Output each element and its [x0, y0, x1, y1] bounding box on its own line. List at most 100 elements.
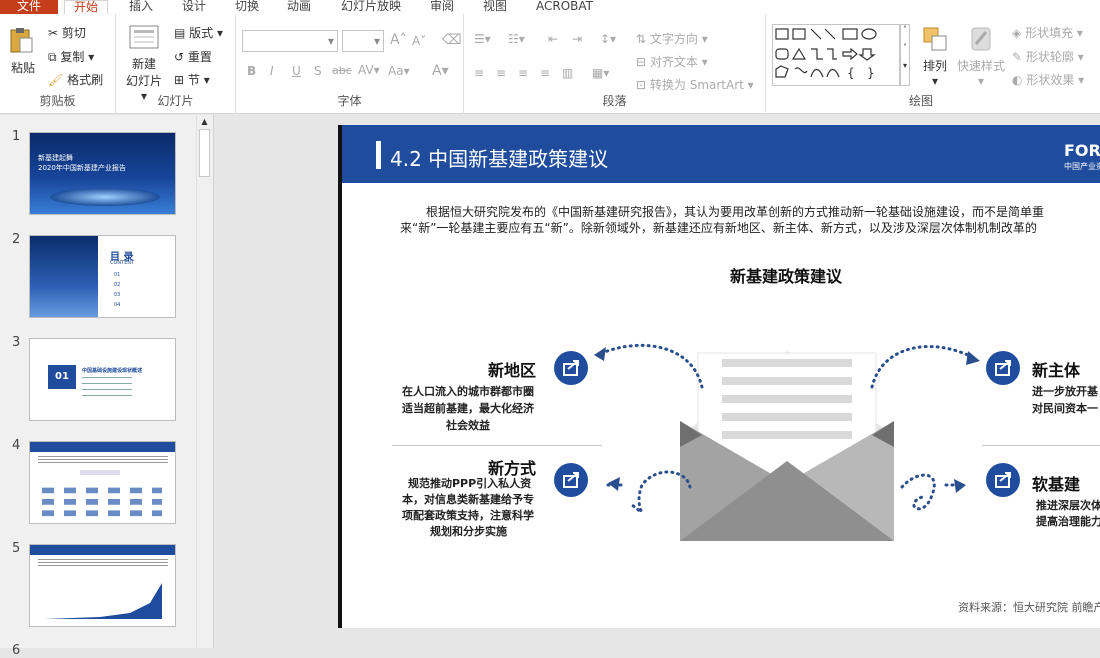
tab-review[interactable]: 审阅 — [430, 0, 454, 14]
align-left-icon[interactable]: ≡ — [474, 66, 484, 80]
slide-number: 5 — [12, 541, 21, 556]
font-group-label: 字体 — [337, 94, 362, 108]
section-button[interactable]: ⊞ 节 ▾ — [174, 71, 210, 88]
thumb-header — [30, 442, 175, 452]
paste-button[interactable]: 粘贴 — [6, 26, 40, 86]
cut-label: 剪切 — [61, 26, 86, 40]
layout-icon: ▤ — [174, 26, 186, 40]
shape-fill-button[interactable]: ◈ 形状填充 ▾ — [1012, 24, 1083, 41]
numbering-icon[interactable]: ☷▾ — [508, 32, 525, 46]
thumb-diagram-title — [80, 470, 120, 475]
format-painter-label: 格式刷 — [67, 73, 104, 87]
effects-icon: ◐ — [1012, 73, 1023, 87]
line-spacing-icon[interactable]: ↕▾ — [600, 32, 616, 46]
point-desc-4a: 推进深层次体 — [1036, 499, 1100, 512]
export-icon — [986, 463, 1020, 497]
clear-format-icon[interactable]: ⌫ — [442, 32, 462, 48]
tab-view[interactable]: 视图 — [483, 0, 507, 14]
point-desc-3a: 进一步放开基 — [1032, 385, 1098, 398]
tab-animations[interactable]: 动画 — [287, 0, 311, 14]
slide-thumbnail-3[interactable]: 01 中国基础设施建设现状概述 — [29, 338, 176, 421]
align-right-icon[interactable]: ≡ — [518, 66, 528, 80]
divider — [392, 445, 602, 446]
distribute-icon[interactable]: ▥ — [562, 66, 573, 80]
reset-button[interactable]: ↺ 重置 — [174, 48, 212, 65]
new-slide-label: 新建 — [131, 57, 156, 71]
point-name-4: 软基建 — [1032, 475, 1081, 494]
grow-font-button[interactable]: A˄ — [390, 32, 407, 48]
thumb-chapter-title: 中国基础设施建设现状概述 — [82, 368, 143, 374]
scissors-icon: ✂ — [48, 26, 59, 40]
tab-home[interactable]: 开始 — [64, 0, 109, 14]
bullets-icon[interactable]: ☰▾ — [474, 32, 491, 46]
slide-thumbnail-4[interactable] — [29, 441, 176, 524]
slide-thumbnail-5[interactable] — [29, 544, 176, 627]
align-center-icon[interactable]: ≡ — [496, 66, 506, 80]
smartart-button[interactable]: ⊡ 转换为 SmartArt ▾ — [636, 76, 754, 93]
export-icon — [554, 463, 588, 497]
quick-styles-button[interactable]: 快速样式 ▾ — [954, 24, 1008, 88]
point-desc-2c: 项配套政策支持，注意科学 — [402, 509, 534, 522]
paste-label: 粘贴 — [10, 61, 35, 75]
char-spacing-button[interactable]: AV▾ — [358, 63, 380, 77]
format-painter-button[interactable]: 🖌 格式刷 — [48, 71, 103, 88]
svg-text:}: } — [867, 66, 875, 80]
slide-thumbnail-1[interactable]: 新基建起舞 2020年中国新基建产业报告 — [29, 132, 176, 215]
current-slide[interactable]: 4.2 中国新基建政策建议 FOR 中国产业资 根据恒大研究院发布的《中国新基建… — [338, 125, 1100, 628]
font-family-select[interactable]: ▾ — [242, 30, 338, 52]
bold-button[interactable]: B — [247, 64, 256, 78]
layout-label: 版式 — [189, 26, 214, 40]
export-icon — [986, 351, 1020, 385]
slide-number: 1 — [12, 129, 21, 144]
chevron-down-icon: ▾ — [327, 34, 334, 48]
font-size-select[interactable]: ▾ — [342, 30, 384, 52]
thumb-chapter-lines — [82, 377, 132, 401]
shape-effects-button[interactable]: ◐ 形状效果 ▾ — [1012, 71, 1084, 88]
font-color-button[interactable]: A▾ — [432, 63, 449, 79]
align-text-button[interactable]: ⊟ 对齐文本 ▾ — [636, 53, 708, 70]
thumb-text — [38, 559, 168, 567]
change-case-button[interactable]: Aa▾ — [388, 64, 410, 78]
layout-button[interactable]: ▤ 版式 ▾ — [174, 24, 223, 41]
strikethrough-button[interactable]: abc — [332, 64, 352, 77]
new-slide-button[interactable]: 新建 幻灯片 ▾ — [122, 24, 166, 103]
arrange-icon — [923, 27, 947, 51]
columns-icon[interactable]: ▦▾ — [592, 66, 609, 80]
italic-button[interactable]: I — [270, 64, 274, 78]
cut-button[interactable]: ✂ 剪切 — [48, 24, 86, 41]
slide-thumbnail-2[interactable]: 目 录 CONTENT 01 02 03 04 — [29, 235, 176, 318]
shapes-gallery[interactable]: {} — [772, 24, 900, 86]
point-desc-1b: 适当超前基建，最大化经济 — [402, 402, 534, 415]
smartart-icon: ⊡ — [636, 78, 647, 92]
shrink-font-button[interactable]: A˅ — [412, 34, 426, 48]
tab-insert[interactable]: 插入 — [129, 0, 153, 14]
underline-button[interactable]: U — [292, 64, 301, 78]
decrease-indent-icon[interactable]: ⇤ — [548, 32, 558, 46]
point-desc-1c: 社会效益 — [446, 419, 490, 432]
shadow-button[interactable]: S — [314, 64, 322, 78]
tab-transitions[interactable]: 切换 — [235, 0, 259, 14]
copy-button[interactable]: ⧉ 复制 ▾ — [48, 48, 94, 65]
increase-indent-icon[interactable]: ⇥ — [572, 32, 582, 46]
thumb-chapter-badge: 01 — [48, 365, 76, 389]
tab-file[interactable]: 文件 — [0, 0, 58, 14]
shape-effects-label: 形状效果 — [1026, 73, 1075, 87]
clipboard-group: 粘贴 ✂ 剪切 ⧉ 复制 ▾ 🖌 格式刷 剪贴板 — [0, 14, 116, 114]
reset-label: 重置 — [187, 50, 212, 64]
tab-acrobat[interactable]: ACROBAT — [536, 0, 593, 14]
shapes-gallery-scroll[interactable]: ˄ ˅ ▾ — [900, 24, 910, 86]
thumb-text — [38, 456, 168, 464]
arrange-button[interactable]: 排列 ▾ — [916, 24, 954, 88]
text-direction-button[interactable]: ⇅ 文字方向 ▾ — [636, 30, 708, 47]
thumb-chart — [44, 583, 162, 619]
tab-design[interactable]: 设计 — [182, 0, 206, 14]
export-icon — [554, 351, 588, 385]
scroll-up-icon[interactable]: ▲ — [199, 117, 210, 127]
shape-outline-button[interactable]: ✎ 形状轮廓 ▾ — [1012, 48, 1084, 65]
align-text-label: 对齐文本 — [649, 55, 698, 69]
scroll-thumb[interactable] — [199, 129, 210, 177]
thumbnail-scrollbar[interactable]: ▲ — [196, 115, 212, 648]
tab-slideshow[interactable]: 幻灯片放映 — [341, 0, 401, 14]
justify-icon[interactable]: ≡ — [540, 66, 550, 80]
paragraph-group-label: 段落 — [602, 94, 627, 108]
